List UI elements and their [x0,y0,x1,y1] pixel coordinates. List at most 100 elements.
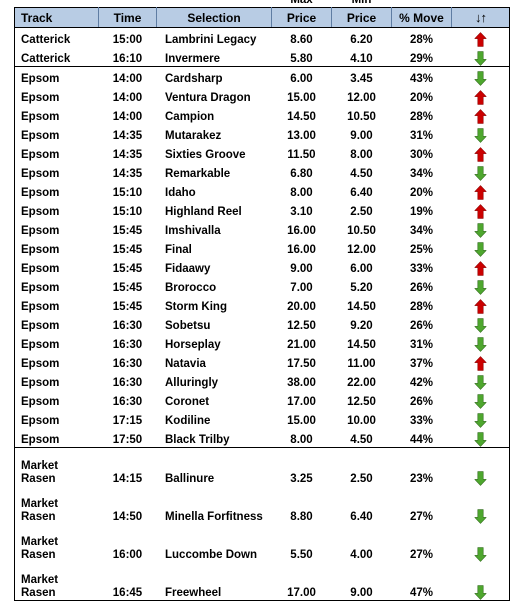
cell-direction [451,162,510,181]
table-row[interactable]: Market Rasen 14:50 Minella Forfitness 8.80 6… [14,486,510,524]
cell-min-price: 10.00 [331,409,392,428]
cell-min-price: 6.20 [331,27,392,47]
superheader-blank-arrow [451,0,510,8]
cell-max-price: 6.80 [271,162,332,181]
cell-pct-move: 25% [391,238,452,257]
cell-min-price: 6.40 [331,486,392,524]
cell-direction [451,238,510,257]
table-row[interactable]: Epsom 14:00 Ventura Dragon 15.00 12.00 20% [14,86,510,105]
cell-max-price: 5.80 [271,47,332,67]
table-row[interactable]: Epsom 16:30 Natavia 17.50 11.00 37% [14,352,510,371]
cell-time: 14:35 [98,124,157,143]
table-row[interactable]: Epsom 15:45 Storm King 20.00 14.50 28% [14,295,510,314]
table-row[interactable]: Epsom 14:35 Sixties Groove 11.50 8.00 30% [14,143,510,162]
cell-track: Epsom [14,181,99,200]
column-header-pct-move[interactable]: % Move [391,7,452,28]
arrow-down-icon [474,394,487,409]
cell-pct-move: 37% [391,352,452,371]
arrow-up-icon [474,185,487,200]
cell-time: 15:45 [98,219,157,238]
cell-min-price: 5.20 [331,276,392,295]
cell-min-price: 22.00 [331,371,392,390]
cell-max-price: 6.00 [271,66,332,86]
cell-selection: Black Trilby [156,428,272,448]
table-row[interactable]: Epsom 14:00 Campion 14.50 10.50 28% [14,105,510,124]
table-row[interactable]: Epsom 14:35 Mutarakez 13.00 9.00 31% [14,124,510,143]
cell-min-price: 14.50 [331,295,392,314]
cell-max-price: 15.00 [271,86,332,105]
cell-selection: Mutarakez [156,124,272,143]
cell-selection: Campion [156,105,272,124]
arrow-down-icon [474,375,487,390]
column-header-track[interactable]: Track [14,7,99,28]
cell-min-price: 14.50 [331,333,392,352]
table-row[interactable]: Epsom 17:50 Black Trilby 8.00 4.50 44% [14,428,510,448]
table-row[interactable]: Epsom 15:45 Final 16.00 12.00 25% [14,238,510,257]
cell-max-price: 16.00 [271,238,332,257]
column-header-selection[interactable]: Selection [156,7,272,28]
table-row[interactable]: Epsom 16:30 Horseplay 21.00 14.50 31% [14,333,510,352]
table-row[interactable]: Epsom 14:00 Cardsharp 6.00 3.45 43% [14,66,510,86]
arrow-down-icon [474,337,487,352]
table-row[interactable]: Epsom 15:10 Highland Reel 3.10 2.50 19% [14,200,510,219]
cell-min-price: 4.10 [331,47,392,67]
table-row[interactable]: Epsom 16:30 Sobetsu 12.50 9.20 26% [14,314,510,333]
cell-direction [451,181,510,200]
table-row[interactable]: Market Rasen 14:15 Ballinure 3.25 2.50 23% [14,447,510,486]
table-row[interactable]: Epsom 16:30 Alluringly 38.00 22.00 42% [14,371,510,390]
cell-track: Epsom [14,428,99,448]
cell-pct-move: 27% [391,524,452,562]
cell-time: 15:00 [98,27,157,47]
cell-direction [451,257,510,276]
column-header-max-price[interactable]: Price [271,7,332,28]
table-row[interactable]: Epsom 17:15 Kodiline 15.00 10.00 33% [14,409,510,428]
cell-max-price: 17.00 [271,390,332,409]
table-row[interactable]: Catterick 16:10 Invermere 5.80 4.10 29% [14,47,510,67]
cell-track: Epsom [14,66,99,86]
table-row[interactable]: Epsom 15:45 Brorocco 7.00 5.20 26% [14,276,510,295]
cell-time: 15:45 [98,295,157,314]
cell-pct-move: 31% [391,124,452,143]
cell-track: Epsom [14,390,99,409]
cell-track: Epsom [14,257,99,276]
table-row[interactable]: Catterick 15:00 Lambrini Legacy 8.60 6.20 28% [14,27,510,47]
table-superheader-row: Max Min [14,0,510,8]
column-header-min-price[interactable]: Price [331,7,392,28]
arrow-up-icon [474,32,487,47]
superheader-min: Min [331,0,392,8]
cell-pct-move: 28% [391,27,452,47]
cell-max-price: 5.50 [271,524,332,562]
cell-min-price: 3.45 [331,66,392,86]
cell-max-price: 12.50 [271,314,332,333]
cell-track: Market Rasen [14,486,99,524]
cell-selection: Cardsharp [156,66,272,86]
table-row[interactable]: Market Rasen 16:00 Luccombe Down 5.50 4.00 27… [14,524,510,562]
cell-pct-move: 29% [391,47,452,67]
table-row[interactable]: Epsom 15:10 Idaho 8.00 6.40 20% [14,181,510,200]
cell-max-price: 20.00 [271,295,332,314]
arrow-down-icon [474,223,487,238]
cell-direction [451,447,510,486]
superheader-blank-time [98,0,157,8]
table-row[interactable]: Epsom 16:30 Coronet 17.00 12.50 26% [14,390,510,409]
cell-min-price: 9.20 [331,314,392,333]
cell-selection: Lambrini Legacy [156,27,272,47]
cell-pct-move: 42% [391,371,452,390]
sort-direction-icon: ↓↑ [475,10,487,25]
cell-selection: Ballinure [156,447,272,486]
arrow-up-icon [474,356,487,371]
arrow-up-icon [474,90,487,105]
cell-time: 14:35 [98,162,157,181]
table-row[interactable]: Epsom 15:45 Fidaawy 9.00 6.00 33% [14,257,510,276]
table-row[interactable]: Epsom 15:45 Imshivalla 16.00 10.50 34% [14,219,510,238]
cell-selection: Horseplay [156,333,272,352]
cell-track: Epsom [14,86,99,105]
cell-direction [451,47,510,67]
table-row[interactable]: Epsom 14:35 Remarkable 6.80 4.50 34% [14,162,510,181]
arrow-down-icon [474,413,487,428]
column-header-direction[interactable]: ↓↑ [451,7,510,28]
cell-selection: Final [156,238,272,257]
cell-selection: Natavia [156,352,272,371]
cell-time: 16:10 [98,47,157,67]
column-header-time[interactable]: Time [98,7,157,28]
